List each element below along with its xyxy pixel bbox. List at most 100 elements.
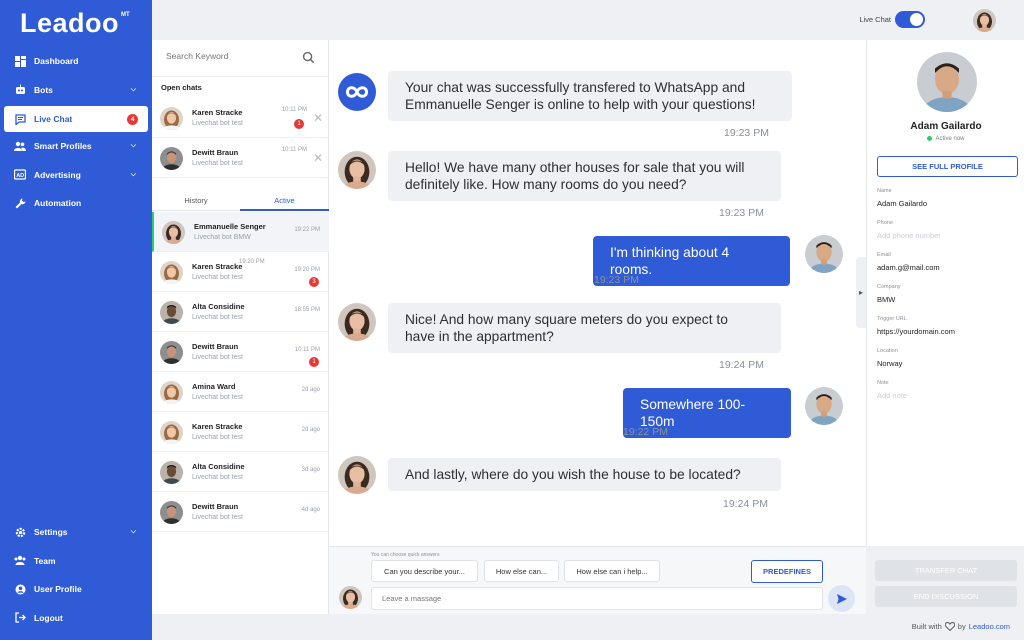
contact-name: Alta Considine bbox=[192, 462, 245, 471]
chat-list-item[interactable]: Alta Considine Livechat bot test 18:55 PM bbox=[152, 292, 329, 332]
contact-name: Karen Stracke bbox=[192, 108, 243, 117]
predefines-button[interactable]: PREDEFINES bbox=[751, 560, 823, 583]
app-logo[interactable]: Leadoo bbox=[20, 8, 119, 39]
chat-time: 10:11 PM bbox=[294, 347, 320, 353]
chat-time: 19:22 PM bbox=[294, 227, 320, 233]
chat-source: Livechat bot test bbox=[192, 434, 243, 441]
message-time: 19:23 PM bbox=[724, 127, 769, 139]
message-input[interactable] bbox=[371, 587, 823, 610]
footer-built-with: Built with bbox=[911, 622, 942, 631]
chat-list-item[interactable]: Dewitt Braun Livechat bot test 10:11 PM 1 bbox=[152, 332, 329, 372]
end-discussion-button[interactable]: END DISCUSSION bbox=[875, 586, 1017, 607]
message-bubble: Nice! And how many square meters do you … bbox=[388, 303, 781, 353]
sidebar-item-logout[interactable]: Logout bbox=[0, 604, 152, 633]
sidebar-item-label: User Profile bbox=[34, 584, 82, 595]
chat-source: Livechat bot test bbox=[192, 274, 243, 281]
contact-avatar bbox=[160, 501, 183, 524]
message-time: 19:24 PM bbox=[719, 359, 764, 371]
field-label-phone: Phone bbox=[877, 220, 893, 226]
visitor-avatar bbox=[805, 235, 843, 273]
close-chat-icon[interactable]: ✕ bbox=[313, 111, 323, 125]
profile-actions: TRANSFER CHAT END DISCUSSION bbox=[866, 546, 1024, 614]
sidebar-item-user-profile[interactable]: User Profile bbox=[0, 575, 152, 604]
open-chat-item[interactable]: Dewitt Braun Livechat bot test 10:11 PM ✕ bbox=[152, 138, 329, 178]
search-bar bbox=[152, 40, 329, 77]
search-input[interactable] bbox=[166, 51, 296, 61]
sidebar-item-bots[interactable]: Bots ⌵ bbox=[0, 76, 152, 105]
chat-time-overlap: 19:20 PM bbox=[239, 259, 265, 265]
sidebar-item-team[interactable]: Team bbox=[0, 547, 152, 576]
live-chat-toggle[interactable] bbox=[895, 11, 925, 28]
open-chat-item[interactable]: Karen Stracke Livechat bot test 10:11 PM 1 ✕ bbox=[152, 98, 329, 138]
field-label-name: Name bbox=[877, 188, 892, 194]
field-label-location: Location bbox=[877, 348, 898, 354]
agent-avatar bbox=[338, 303, 376, 341]
profile-panel: Adam Gailardo Active now SEE FULL PROFIL… bbox=[866, 40, 1024, 546]
footer-brand-link[interactable]: Leadoo.com bbox=[969, 622, 1010, 631]
chat-list-item[interactable]: Karen Stracke Livechat bot test 2d ago bbox=[152, 412, 329, 452]
agent-avatar bbox=[338, 456, 376, 494]
message-text: Your chat was successfully transfered to… bbox=[405, 80, 745, 95]
quick-answer-button[interactable]: How else can i help... bbox=[564, 560, 660, 582]
sidebar-item-live-chat[interactable]: Live Chat 4 bbox=[4, 106, 148, 132]
sidebar-item-smart-profiles[interactable]: Smart Profiles ⌵ bbox=[0, 132, 152, 161]
user-avatar[interactable] bbox=[973, 9, 996, 32]
field-label-note: Note bbox=[877, 380, 889, 386]
see-full-profile-button[interactable]: SEE FULL PROFILE bbox=[877, 156, 1018, 177]
sidebar-item-settings[interactable]: Settings ⌵ bbox=[0, 518, 152, 547]
field-value-location: Norway bbox=[877, 359, 903, 368]
chat-list-item[interactable]: Amina Ward Livechat bot test 2d ago bbox=[152, 372, 329, 412]
agent-avatar bbox=[338, 151, 376, 189]
quick-answer-button[interactable]: Can you describe your... bbox=[371, 560, 478, 582]
toggle-profile-panel[interactable]: ▸ bbox=[856, 257, 866, 328]
chat-source: Livechat bot test bbox=[192, 394, 243, 401]
chat-list-item[interactable]: Alta Considine Livechat bot test 3d ago bbox=[152, 452, 329, 492]
chat-list-item[interactable]: Dewitt Braun Livechat bot test 4d ago bbox=[152, 492, 329, 532]
field-value-phone[interactable]: Add phone number bbox=[877, 231, 941, 240]
open-chats-title: Open chats bbox=[161, 83, 202, 92]
sidebar-item-advertising[interactable]: AD Advertising ⌵ bbox=[0, 161, 152, 190]
sidebar-nav-bottom: Settings ⌵ Team User Profile Logout bbox=[0, 518, 152, 632]
send-button[interactable] bbox=[828, 585, 855, 612]
contact-avatar bbox=[160, 381, 183, 404]
sidebar-item-label: Settings bbox=[34, 527, 68, 538]
gear-icon bbox=[14, 526, 26, 538]
profile-name: Adam Gailardo bbox=[910, 121, 982, 132]
chat-list-item[interactable]: Karen Stracke Livechat bot test 19:20 PM 19… bbox=[152, 252, 329, 292]
chat-source: Livechat bot test bbox=[192, 314, 243, 321]
chat-source: Livechat bot BMW bbox=[194, 234, 251, 241]
tab-history[interactable]: History bbox=[152, 191, 240, 211]
search-icon[interactable] bbox=[302, 51, 315, 64]
chat-time: 4d ago bbox=[301, 507, 320, 513]
sidebar-item-dashboard[interactable]: Dashboard bbox=[0, 47, 152, 76]
tab-active[interactable]: Active bbox=[240, 191, 329, 211]
chat-source: Livechat bot test bbox=[192, 160, 243, 167]
chat-list-item[interactable]: Emmanuelle Senger Livechat bot BMW 19:22 P… bbox=[152, 212, 329, 252]
quick-answer-button[interactable]: How else can... bbox=[484, 560, 559, 582]
chat-time: 10:11 PM bbox=[281, 107, 307, 113]
sidebar-item-label: Dashboard bbox=[34, 56, 79, 67]
unread-count-badge: 1 bbox=[294, 119, 304, 129]
contact-name: Karen Stracke bbox=[192, 262, 243, 271]
sidebar-item-automation[interactable]: Automation bbox=[0, 189, 152, 218]
transfer-chat-button[interactable]: TRANSFER CHAT bbox=[875, 560, 1017, 581]
ad-icon: AD bbox=[14, 169, 26, 181]
team-icon bbox=[14, 555, 26, 567]
field-value-note[interactable]: Add note bbox=[877, 391, 907, 400]
profile-status: Active now bbox=[867, 136, 1024, 142]
chat-time: 18:55 PM bbox=[294, 307, 320, 313]
contact-name: Dewitt Braun bbox=[192, 342, 239, 351]
field-value-trigger-url: https://yourdomain.com bbox=[877, 327, 955, 336]
contact-name: Alta Considine bbox=[192, 302, 245, 311]
message-composer: You can choose quick answers Can you des… bbox=[329, 546, 866, 614]
close-chat-icon[interactable]: ✕ bbox=[313, 151, 323, 165]
contact-avatar bbox=[160, 107, 183, 130]
field-label-trigger-url: Trigger URL bbox=[877, 316, 907, 322]
contact-avatar bbox=[160, 341, 183, 364]
bot-avatar bbox=[338, 73, 376, 111]
chat-tabs: History Active bbox=[152, 191, 329, 211]
message-text: I'm thinking about 4 rooms. bbox=[610, 245, 730, 277]
chevron-down-icon: ⌵ bbox=[130, 528, 136, 536]
sidebar-item-label: Smart Profiles bbox=[34, 141, 92, 152]
field-value-email: adam.g@mail.com bbox=[877, 263, 940, 272]
